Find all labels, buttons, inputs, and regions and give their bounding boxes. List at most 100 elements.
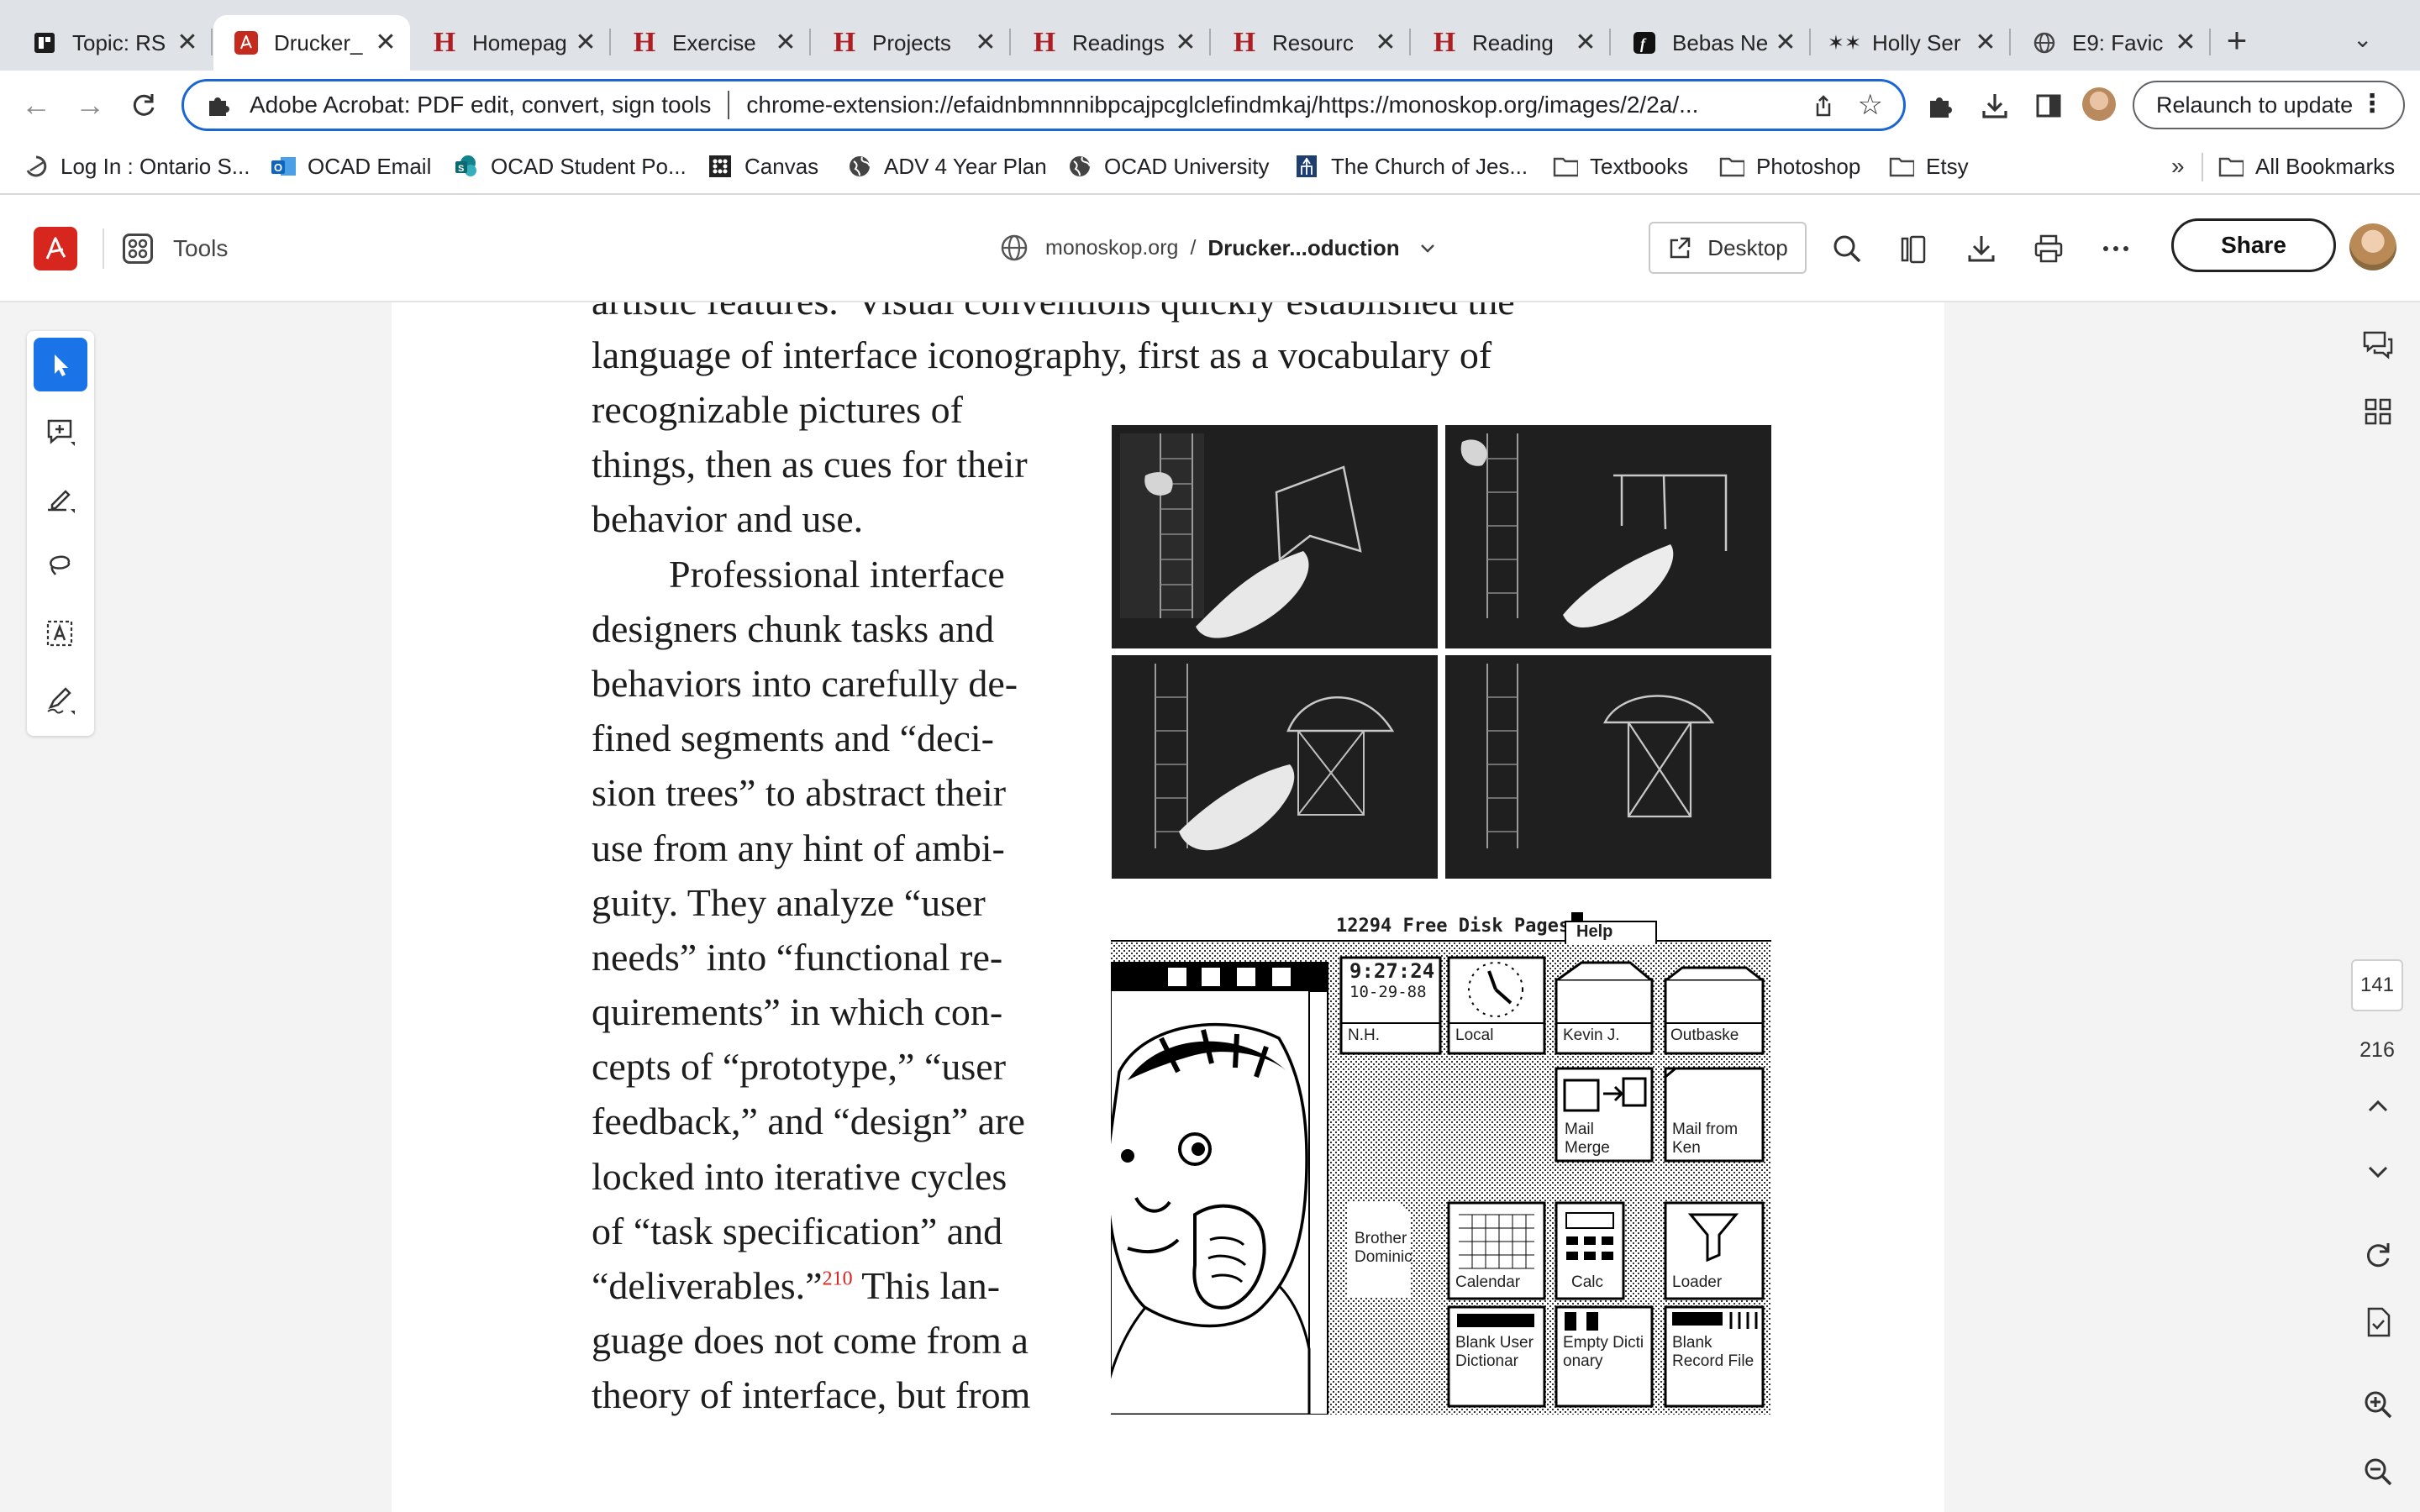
bookmark-item[interactable]: The Church of Jes... [1294, 150, 1528, 183]
close-tab-icon[interactable]: ✕ [175, 30, 200, 55]
current-page-input[interactable]: 141 [2351, 959, 2403, 1011]
close-tab-icon[interactable]: ✕ [1373, 30, 1398, 55]
tab-separator [2209, 29, 2211, 55]
add-comment-button[interactable] [34, 405, 87, 459]
comments-panel-icon[interactable] [2361, 328, 2395, 361]
bookmark-item[interactable]: S OCAD Student Po... [454, 150, 687, 183]
user-avatar[interactable] [2349, 223, 2396, 270]
tab-separator [1609, 29, 1611, 55]
acrobat-logo-icon[interactable] [34, 227, 77, 270]
tools-label[interactable]: Tools [173, 235, 228, 262]
text-line: recognizable pictures of [592, 388, 963, 431]
bookmark-label: OCAD Email [308, 153, 432, 179]
share-button[interactable]: Share [2171, 218, 2336, 272]
pdf-page: artistic features. Visual conventions qu… [392, 302, 1944, 1512]
all-bookmarks-button[interactable]: All Bookmarks [2218, 150, 2395, 183]
tab-reading[interactable]: H Reading ✕ [1412, 15, 1611, 71]
chevron-down-icon[interactable] [2361, 1154, 2395, 1188]
close-tab-icon[interactable]: ✕ [2173, 30, 2198, 55]
close-tab-icon[interactable]: ✕ [1173, 30, 1198, 55]
chevron-down-icon[interactable] [1418, 239, 1437, 257]
bookmark-label: Textbooks [1590, 153, 1689, 179]
bookmark-item[interactable]: Log In : Ontario S... [24, 150, 250, 183]
tab-bebas-neue[interactable]: f Bebas Ne ✕ [1612, 15, 1811, 71]
bookmark-star-icon[interactable]: ☆ [1858, 88, 1883, 122]
tab-exercises[interactable]: H Exercise ✕ [612, 15, 811, 71]
chevron-up-icon[interactable] [2361, 1090, 2395, 1124]
tab-topic[interactable]: Topic: RS ✕ [12, 15, 213, 71]
text-line: fined segments and “deci- [592, 717, 994, 759]
icon-label: Calendar [1455, 1273, 1521, 1291]
bookmark-folder[interactable]: Textbooks [1553, 150, 1688, 183]
bookmark-folder[interactable]: Photoshop [1719, 150, 1860, 183]
sketchpad-photo-2 [1445, 425, 1771, 648]
share-page-icon[interactable] [1811, 93, 1836, 118]
organize-pages-icon[interactable] [2361, 395, 2395, 428]
close-tab-icon[interactable]: ✕ [773, 30, 798, 55]
tab-title: Resourc [1272, 29, 1354, 55]
close-tab-icon[interactable]: ✕ [373, 30, 398, 55]
tab-holly-serif[interactable]: ✶✶ Holly Ser ✕ [1812, 15, 2011, 71]
open-desktop-button[interactable]: Desktop [1649, 222, 1807, 274]
zoom-out-icon[interactable] [2361, 1455, 2395, 1488]
freehand-tool-button[interactable] [34, 539, 87, 593]
relaunch-label: Relaunch to update [2156, 92, 2354, 118]
text-select-tool-button[interactable] [34, 606, 87, 660]
bookmark-item[interactable]: O OCAD Email [271, 150, 431, 183]
close-tab-icon[interactable]: ✕ [973, 30, 998, 55]
h-logo-icon: H [633, 27, 656, 58]
downloads-icon[interactable] [1980, 91, 2010, 121]
bookmarks-overflow-button[interactable]: » [2171, 153, 2185, 180]
relaunch-button[interactable]: Relaunch to update ⋮ [2133, 81, 2405, 129]
close-tab-icon[interactable]: ✕ [1573, 30, 1598, 55]
tab-homepage[interactable]: H Homepag ✕ [412, 15, 611, 71]
print-icon[interactable] [2032, 232, 2065, 265]
tab-title: Holly Ser [1872, 29, 1961, 55]
address-bar[interactable]: Adobe Acrobat: PDF edit, convert, sign t… [182, 79, 1906, 131]
profile-avatar[interactable] [2082, 87, 2116, 121]
tools-grid-icon[interactable] [123, 234, 153, 264]
tab-resources[interactable]: H Resourc ✕ [1212, 15, 1411, 71]
more-options-icon[interactable] [2099, 232, 2133, 265]
back-button[interactable]: ← [17, 86, 55, 124]
more-vertical-icon[interactable]: ⋮ [2360, 89, 2385, 119]
page-thumbnails-icon[interactable] [1897, 232, 1931, 265]
tab-projects[interactable]: H Projects ✕ [812, 15, 1011, 71]
close-tab-icon[interactable]: ✕ [573, 30, 598, 55]
text-line: needs” into “functional re- [592, 936, 1003, 979]
document-name[interactable]: Drucker...oduction [1207, 235, 1399, 261]
tab-readings[interactable]: H Readings ✕ [1012, 15, 1211, 71]
reload-button[interactable] [124, 86, 163, 124]
download-icon[interactable] [1965, 232, 1998, 265]
search-icon[interactable] [1830, 232, 1864, 265]
sign-tool-button[interactable] [34, 674, 87, 727]
folder-icon [1889, 154, 1914, 179]
forward-button[interactable]: → [71, 86, 109, 124]
file-info-icon[interactable] [2361, 1305, 2395, 1339]
refresh-icon[interactable] [2361, 1238, 2395, 1272]
tab-title: Drucker_ [274, 29, 363, 55]
bookmark-label: Photoshop [1756, 153, 1861, 179]
extensions-icon[interactable] [1926, 91, 1956, 121]
close-tab-icon[interactable]: ✕ [1773, 30, 1798, 55]
tab-e9-favicon[interactable]: E9: Favic ✕ [2012, 15, 2211, 71]
bookmark-item[interactable]: ADV 4 Year Plan [847, 150, 1047, 183]
draw-tool-button[interactable] [34, 472, 87, 526]
bookmark-label: Etsy [1926, 153, 1969, 179]
bookmark-folder[interactable]: Etsy [1889, 150, 1969, 183]
side-panel-icon[interactable] [2033, 91, 2064, 121]
bookmark-item[interactable]: Canvas [708, 150, 818, 183]
tab-drucker[interactable]: Drucker_ ✕ [213, 15, 410, 71]
new-tab-button[interactable]: + [2218, 22, 2255, 59]
reload-icon [133, 94, 155, 116]
bookmark-item[interactable]: OCAD University [1067, 150, 1269, 183]
footnote-link[interactable]: 210 [823, 1268, 853, 1290]
icon-label: Loader [1672, 1273, 1723, 1291]
globe-icon [1001, 234, 1028, 261]
zoom-in-icon[interactable] [2361, 1388, 2395, 1421]
select-tool-button[interactable] [34, 338, 87, 391]
url-text[interactable]: chrome-extension://efaidnbmnnnibpcajpcgl… [746, 92, 1788, 118]
tab-search-button[interactable]: ⌄ [2353, 25, 2372, 53]
close-tab-icon[interactable]: ✕ [1973, 30, 1998, 55]
sketchpad-photo-4 [1445, 655, 1771, 879]
